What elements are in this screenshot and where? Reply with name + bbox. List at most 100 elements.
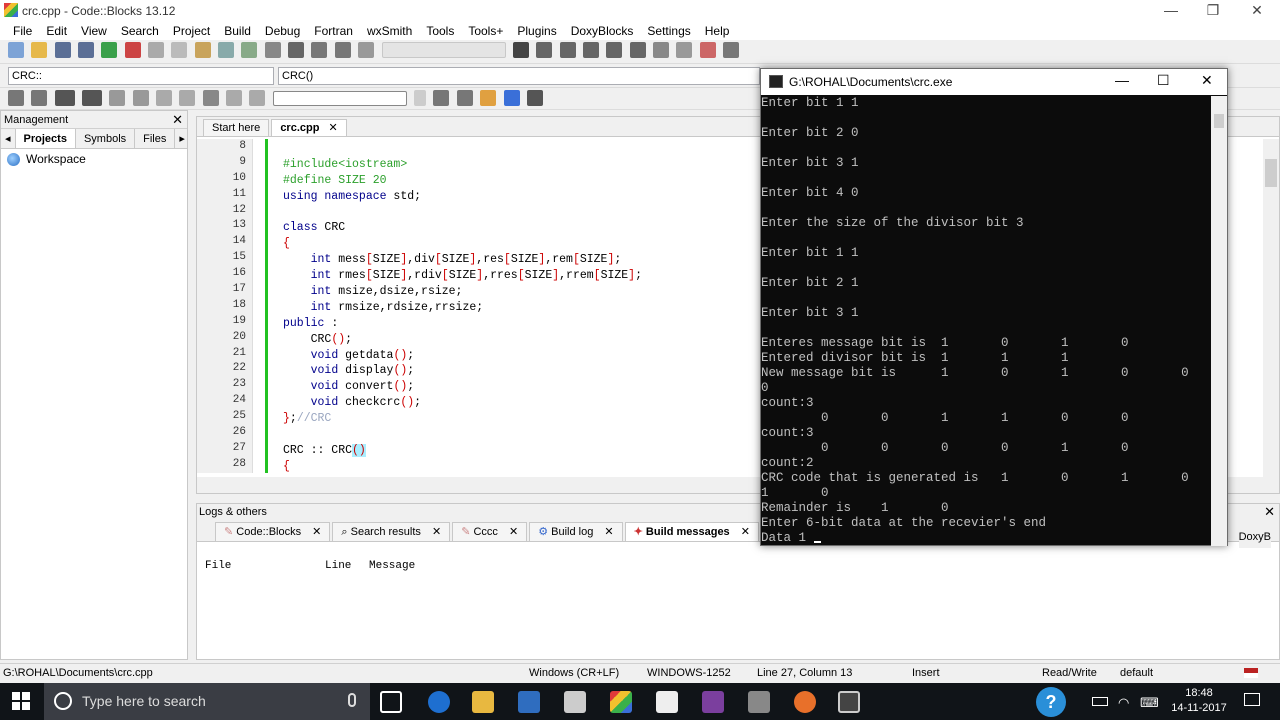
menu-project[interactable]: Project [166,22,217,40]
notification-icon[interactable] [1244,693,1260,706]
maximize-button[interactable]: ❐ [1190,0,1236,22]
tab-files[interactable]: Files [135,129,176,148]
save-all-icon[interactable] [78,42,95,58]
pause-icon[interactable] [652,42,669,58]
new-file-icon[interactable] [8,42,24,58]
close-icon[interactable]: ✕ [509,526,518,538]
build-run-icon[interactable] [311,42,328,58]
comment-icon[interactable] [8,90,24,106]
clear-search-icon[interactable] [249,90,266,106]
tab-codeblocks-log[interactable]: ✎ Code::Blocks ✕ [215,522,331,541]
menu-settings[interactable]: Settings [640,22,697,40]
maximize-button[interactable]: ☐ [1157,72,1170,89]
menu-file[interactable]: File [6,22,39,40]
menu-tools[interactable]: Tools [419,22,461,40]
menu-plugins[interactable]: Plugins [510,22,563,40]
step-out-icon[interactable] [606,42,623,58]
clock[interactable]: 18:48 14-11-2017 [1168,686,1230,716]
help-icon[interactable]: ? [1036,687,1066,717]
close-icon[interactable]: ✕ [604,526,613,538]
build-target-dropdown[interactable] [381,42,506,58]
stop-debug-icon[interactable] [676,42,693,58]
vertical-scrollbar[interactable] [1263,139,1279,479]
close-icon[interactable]: ✕ [432,526,441,538]
tab-build-log[interactable]: ⚙ Build log ✕ [529,522,623,541]
close-icon[interactable]: ✕ [329,122,338,134]
app-icon[interactable] [702,691,724,713]
debug-run-icon[interactable] [512,42,529,58]
next-instruction-icon[interactable] [629,42,646,58]
tab-cccc[interactable]: ✎ Cccc ✕ [452,522,528,541]
run-to-cursor-icon[interactable] [536,42,553,58]
tab-scroll-right-icon[interactable]: ▸ [175,129,189,148]
menu-doxyblocks[interactable]: DoxyBlocks [564,22,641,40]
settings-wrench-icon[interactable] [156,90,173,106]
menu-view[interactable]: View [74,22,114,40]
save-icon[interactable] [54,42,71,58]
mail-icon[interactable] [564,691,586,713]
function-combo[interactable]: CRC() [278,67,760,85]
photos-icon[interactable] [656,691,678,713]
find-icon[interactable] [218,42,235,58]
regex-icon[interactable] [526,90,543,106]
minimize-button[interactable]: — [1115,72,1129,88]
close-icon[interactable]: ✕ [312,526,321,538]
highlight-icon[interactable] [480,90,497,106]
jump-back-icon[interactable] [179,90,196,106]
chevron-down-icon[interactable] [414,90,427,106]
edge-browser-icon[interactable] [428,691,450,713]
console-scrollbar[interactable] [1211,96,1227,546]
firefox-icon[interactable] [794,691,816,713]
cut-icon[interactable] [148,42,165,58]
abort-icon[interactable] [358,42,375,58]
microphone-icon[interactable] [348,693,356,707]
tab-search-results[interactable]: ⌕ Search results ✕ [332,522,451,541]
doxy-block-icon[interactable] [54,90,75,106]
menu-fortran[interactable]: Fortran [307,22,360,40]
doxywizard-icon[interactable] [109,90,126,106]
menu-debug[interactable]: Debug [258,22,307,40]
minimize-button[interactable]: — [1148,0,1194,22]
close-button[interactable]: ✕ [1234,0,1280,22]
find-previous-icon[interactable] [433,90,450,106]
close-button[interactable]: ✕ [1201,72,1213,89]
menu-edit[interactable]: Edit [39,22,74,40]
incremental-search-input[interactable] [272,90,407,106]
menu-wxsmith[interactable]: wxSmith [360,22,419,40]
taskbar-search-input[interactable]: Type here to search [44,683,370,720]
menu-help[interactable]: Help [698,22,737,40]
close-icon[interactable]: ✕ [172,111,183,129]
task-view-icon[interactable] [380,691,402,713]
codeblocks-taskbar-icon[interactable] [610,691,632,713]
tab-start-here[interactable]: Start here [203,119,270,136]
debug-windows-icon[interactable] [699,42,716,58]
menu-build[interactable]: Build [217,22,258,40]
close-icon[interactable]: ✕ [741,526,750,538]
battery-icon[interactable] [1092,697,1108,706]
find-next-icon[interactable] [456,90,473,106]
tab-symbols[interactable]: Symbols [76,129,136,148]
tab-scroll-left-icon[interactable]: ◂ [1,129,16,148]
tab-projects[interactable]: Projects [15,129,76,148]
run-icon[interactable] [288,42,305,58]
uncomment-icon[interactable] [31,90,48,106]
windows-start-icon[interactable] [12,692,30,710]
html-help-icon[interactable] [132,90,149,106]
tab-doxyblocks[interactable]: DoxyB [1238,526,1271,548]
next-line-icon[interactable] [559,42,576,58]
code-text-area[interactable]: #include<iostream> #define SIZE 20 using… [283,141,783,475]
media-icon[interactable] [748,691,770,713]
redo-icon[interactable] [124,42,141,58]
match-case-icon[interactable] [503,90,520,106]
close-icon[interactable]: ✕ [1264,504,1275,520]
store-icon[interactable] [518,691,540,713]
menu-tools-plus[interactable]: Tools+ [461,22,510,40]
scope-combo[interactable]: CRC:: [8,67,274,85]
wifi-icon[interactable]: ◠ [1118,695,1129,711]
copy-icon[interactable] [171,42,188,58]
doxy-line-icon[interactable] [82,90,103,106]
debug-info-icon[interactable] [722,42,739,58]
undo-icon[interactable] [101,42,118,58]
console-taskbar-icon[interactable] [838,691,860,713]
file-explorer-icon[interactable] [472,691,494,713]
